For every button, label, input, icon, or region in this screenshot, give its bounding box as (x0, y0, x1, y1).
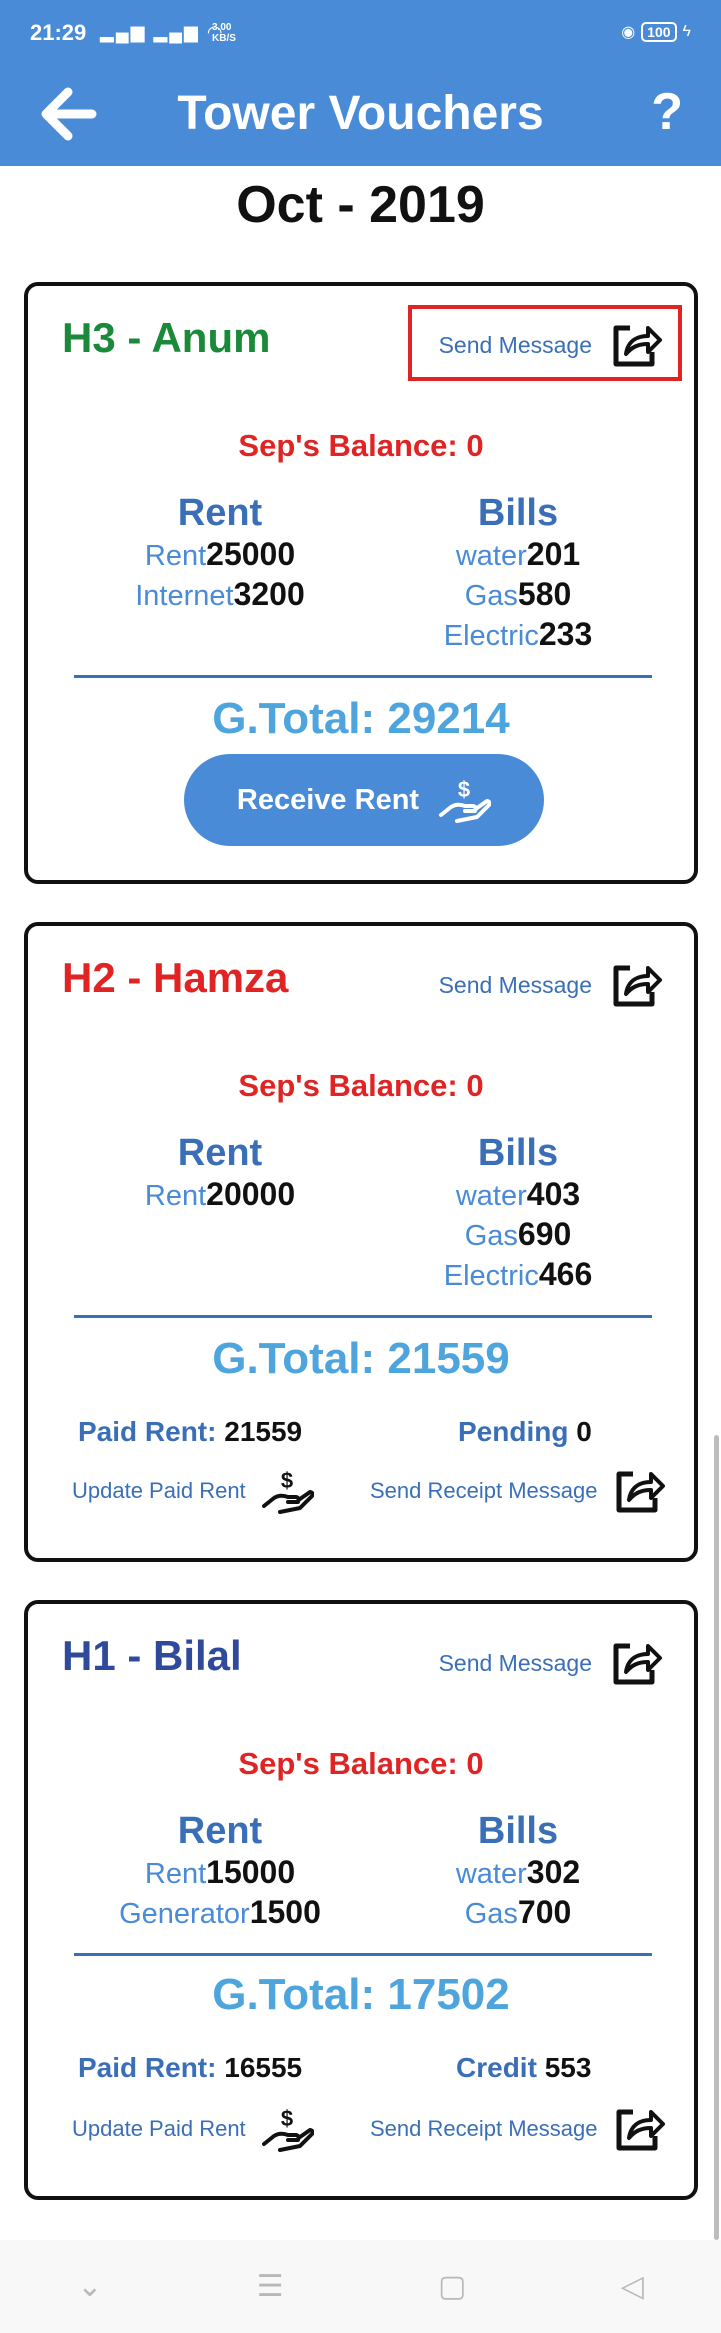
share-icon (613, 1643, 662, 1685)
grand-total: G.Total: 29214 (212, 694, 510, 743)
bills-heading: Bills (477, 1810, 559, 1852)
grand-total: G.Total: 17502 (212, 1970, 510, 2019)
send-receipt-message-label: Send Receipt Message (370, 2116, 598, 2141)
bill-item: Electric466 (443, 1256, 593, 1292)
previous-balance: Sep's Balance: 0 (238, 428, 484, 463)
alarm-icon: ◉ (621, 24, 636, 41)
battery-level: 100 (641, 22, 677, 42)
share-icon (616, 2109, 666, 2151)
bills-column: Bills water403 Gas690 Electric466 (368, 1132, 668, 1296)
divider (74, 675, 652, 678)
rent-heading: Rent (177, 1810, 263, 1852)
rent-item: Generator1500 (119, 1894, 321, 1930)
cash-hand-icon: $ (261, 1468, 314, 1514)
rent-heading: Rent (177, 492, 263, 534)
system-nav-bar: ⌄ ☰ ▢ ◁ (0, 2240, 721, 2333)
voucher-card-h1: H1 - Bilal Send Message Sep's Balance: 0… (24, 1600, 698, 2200)
highlight-box (408, 305, 682, 381)
svg-text:$: $ (458, 777, 470, 802)
send-receipt-message-button[interactable]: Send Receipt Message (370, 1466, 667, 1516)
bills-heading: Bills (477, 492, 559, 534)
paid-rent: Paid Rent: 21559 (78, 1416, 303, 1447)
update-paid-rent-button[interactable]: Update Paid Rent $ (72, 1466, 314, 1516)
bill-item: Gas690 (464, 1216, 572, 1252)
voucher-card-h2: H2 - Hamza Send Message Sep's Balance: 0… (24, 922, 698, 1562)
bill-item: water302 (455, 1854, 581, 1890)
send-message-label: Send Message (438, 1649, 592, 1676)
send-message-button[interactable]: Send Message (439, 1638, 664, 1688)
rent-item: Rent15000 (144, 1854, 296, 1890)
update-paid-rent-label: Update Paid Rent (72, 2116, 246, 2141)
paid-rent: Paid Rent: 16555 (78, 2052, 303, 2083)
bill-item: water201 (455, 536, 581, 572)
credit-amount: Credit 553 (456, 2052, 592, 2083)
bills-heading: Bills (477, 1132, 559, 1174)
send-message-label: Send Message (438, 971, 592, 998)
status-bar: 21:29 ▂▄▆ ▂▄▆ ◠ 3.00 KB/S ◉ 100 ϟ (0, 0, 721, 66)
grand-total: G.Total: 21559 (212, 1334, 510, 1383)
signal-icon: ▂▄▆ ▂▄▆ ◠ (100, 22, 225, 42)
scrollbar[interactable] (714, 1435, 719, 2240)
home-icon[interactable]: ▢ (438, 2269, 466, 2304)
share-icon (613, 965, 662, 1007)
cash-hand-icon: $ (261, 2106, 314, 2152)
chevron-down-icon[interactable]: ⌄ (77, 2269, 102, 2304)
previous-balance: Sep's Balance: 0 (238, 1068, 484, 1103)
rent-item: Internet3200 (135, 576, 305, 612)
help-button[interactable]: ? (651, 82, 683, 142)
month-title: Oct - 2019 (236, 176, 485, 234)
menu-icon[interactable]: ☰ (257, 2269, 284, 2304)
send-message-button[interactable]: Send Message (439, 960, 664, 1010)
share-icon (616, 1471, 666, 1513)
send-receipt-message-label: Send Receipt Message (370, 1478, 598, 1503)
pending-amount: Pending 0 (458, 1416, 592, 1447)
back-triangle-icon[interactable]: ◁ (621, 2269, 644, 2304)
network-speed: 3.00 KB/S (212, 22, 236, 44)
send-receipt-message-button[interactable]: Send Receipt Message (370, 2104, 667, 2154)
divider (74, 1953, 652, 1956)
app-bar: Tower Vouchers ? (0, 66, 721, 166)
bill-item: water403 (455, 1176, 581, 1212)
card-title: H2 - Hamza (62, 954, 289, 1001)
status-time: 21:29 (30, 20, 87, 45)
rent-heading: Rent (177, 1132, 263, 1174)
battery-indicator: ◉ 100 ϟ (621, 22, 691, 42)
rent-column: Rent Rent20000 (70, 1132, 370, 1216)
svg-text:$: $ (281, 2106, 293, 2131)
rent-item: Rent20000 (144, 1176, 296, 1212)
update-paid-rent-label: Update Paid Rent (72, 1478, 246, 1503)
bill-item: Gas700 (464, 1894, 572, 1930)
bills-column: Bills water201 Gas580 Electric233 (368, 492, 668, 656)
rent-column: Rent Rent15000 Generator1500 (70, 1810, 370, 1934)
update-paid-rent-button[interactable]: Update Paid Rent $ (72, 2104, 314, 2154)
card-title: H1 - Bilal (62, 1632, 242, 1679)
previous-balance: Sep's Balance: 0 (238, 1746, 484, 1781)
app-title: Tower Vouchers (177, 87, 544, 140)
rent-item: Rent25000 (144, 536, 296, 572)
receive-rent-label: Receive Rent (236, 783, 420, 816)
divider (74, 1315, 652, 1318)
bill-item: Gas580 (464, 576, 572, 612)
bills-column: Bills water302 Gas700 (368, 1810, 668, 1934)
card-title: H3 - Anum (62, 314, 271, 361)
rent-column: Rent Rent25000 Internet3200 (70, 492, 370, 616)
bill-item: Electric233 (443, 616, 593, 652)
receive-rent-button[interactable]: Receive Rent $ (184, 754, 544, 846)
charging-icon: ϟ (682, 23, 691, 40)
cash-hand-icon: $ (439, 777, 492, 823)
svg-text:$: $ (281, 1468, 293, 1493)
